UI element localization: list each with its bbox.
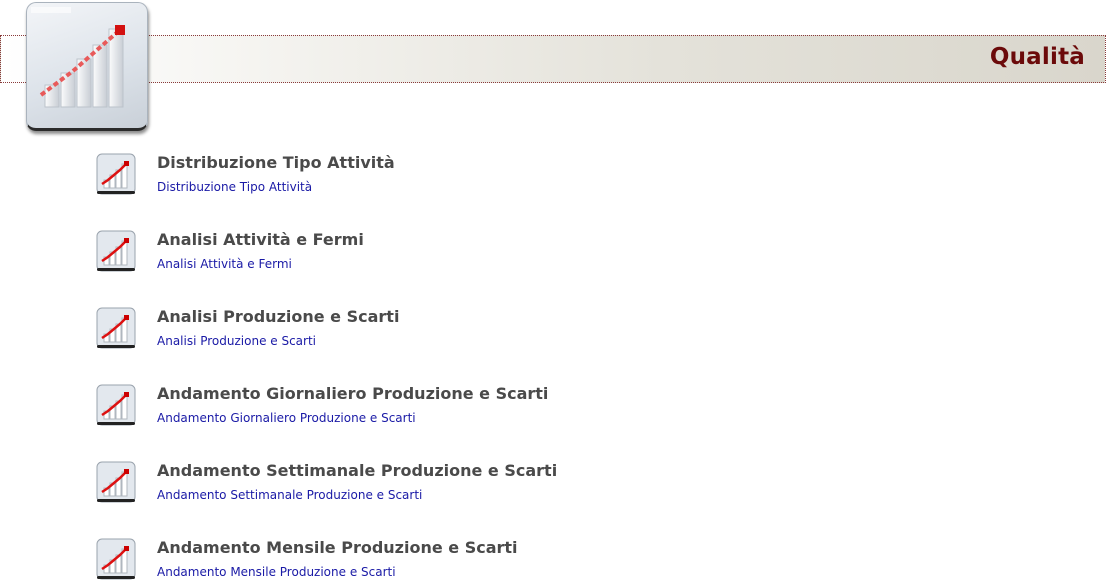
list-item: Andamento Settimanale Produzione e Scart…: [96, 461, 796, 511]
bar-chart-icon[interactable]: [96, 153, 136, 197]
page-title: Qualità: [989, 44, 1085, 70]
list-item: Andamento Mensile Produzione e Scarti An…: [96, 538, 796, 583]
item-link[interactable]: Andamento Giornaliero Produzione e Scart…: [157, 411, 416, 425]
item-link[interactable]: Andamento Mensile Produzione e Scarti: [157, 565, 396, 579]
item-link[interactable]: Andamento Settimanale Produzione e Scart…: [157, 488, 422, 502]
bar-chart-icon[interactable]: [96, 230, 136, 274]
item-title: Andamento Mensile Produzione e Scarti: [157, 538, 518, 557]
page: Qualità Distribuzione Tipo Attività Dist…: [0, 0, 1111, 583]
item-title: Analisi Produzione e Scarti: [157, 307, 400, 326]
list-item: Analisi Attività e Fermi Analisi Attivit…: [96, 230, 796, 280]
item-title: Andamento Settimanale Produzione e Scart…: [157, 461, 558, 480]
bar-chart-icon: [26, 2, 148, 131]
list-item: Andamento Giornaliero Produzione e Scart…: [96, 384, 796, 434]
list-item: Analisi Produzione e Scarti Analisi Prod…: [96, 307, 796, 357]
item-title: Andamento Giornaliero Produzione e Scart…: [157, 384, 549, 403]
list-item: Distribuzione Tipo Attività Distribuzion…: [96, 153, 796, 203]
item-link[interactable]: Analisi Attività e Fermi: [157, 257, 292, 271]
item-link[interactable]: Analisi Produzione e Scarti: [157, 334, 316, 348]
item-link[interactable]: Distribuzione Tipo Attività: [157, 180, 312, 194]
bar-chart-icon[interactable]: [96, 384, 136, 428]
item-title: Distribuzione Tipo Attività: [157, 153, 395, 172]
header-band: Qualità: [0, 35, 1106, 83]
bar-chart-icon[interactable]: [96, 307, 136, 351]
bar-chart-icon[interactable]: [96, 538, 136, 582]
item-title: Analisi Attività e Fermi: [157, 230, 364, 249]
bar-chart-icon[interactable]: [96, 461, 136, 505]
